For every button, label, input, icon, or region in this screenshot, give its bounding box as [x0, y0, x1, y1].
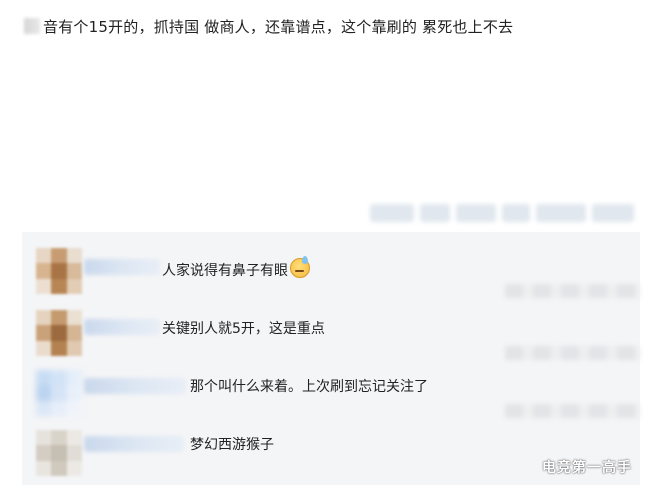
avatar[interactable]: [36, 430, 82, 476]
sweat-smile-emoji-icon: [290, 256, 310, 278]
blurred-username: [24, 18, 40, 34]
comment-text-content: 人家说得有鼻子有眼: [162, 263, 288, 279]
comment-meta-blurred[interactable]: [505, 404, 640, 418]
comment-item: 人家说得有鼻子有眼: [22, 242, 640, 302]
comment-text: 人家说得有鼻子有眼: [162, 256, 310, 280]
avatar[interactable]: [36, 248, 82, 294]
commenter-name-blurred[interactable]: [84, 378, 186, 394]
post-text: 音有个15开的，抓持国 做商人，还靠谱点，这个靠刷的 累死也上不去: [43, 17, 514, 36]
watermark-text: 电竞第一高手: [542, 460, 632, 476]
comment-text: 梦幻西游猴子: [190, 437, 274, 453]
comment-text: 关键别人就5开，这是重点: [162, 321, 325, 337]
blurred-action-bar[interactable]: [370, 200, 638, 226]
screenshot-page: 音有个15开的，抓持国 做商人，还靠谱点，这个靠刷的 累死也上不去 人家说得有鼻…: [0, 0, 647, 485]
comment-meta-blurred[interactable]: [505, 346, 640, 360]
commenter-name-blurred[interactable]: [84, 436, 184, 452]
comment-panel: 人家说得有鼻子有眼 关键别人就5开，这是重点 那个叫什么来着。上次刷到忘记关注了…: [22, 232, 640, 485]
comment-item: 那个叫什么来着。上次刷到忘记关注了: [22, 362, 640, 422]
post-line: 音有个15开的，抓持国 做商人，还靠谱点，这个靠刷的 累死也上不去: [24, 12, 513, 40]
avatar[interactable]: [36, 310, 82, 356]
comment-meta-blurred[interactable]: [505, 284, 640, 298]
comment-text: 那个叫什么来着。上次刷到忘记关注了: [190, 379, 428, 395]
commenter-name-blurred[interactable]: [84, 259, 160, 275]
comment-item: 关键别人就5开，这是重点: [22, 302, 640, 362]
avatar[interactable]: [36, 370, 82, 416]
commenter-name-blurred[interactable]: [84, 319, 160, 335]
